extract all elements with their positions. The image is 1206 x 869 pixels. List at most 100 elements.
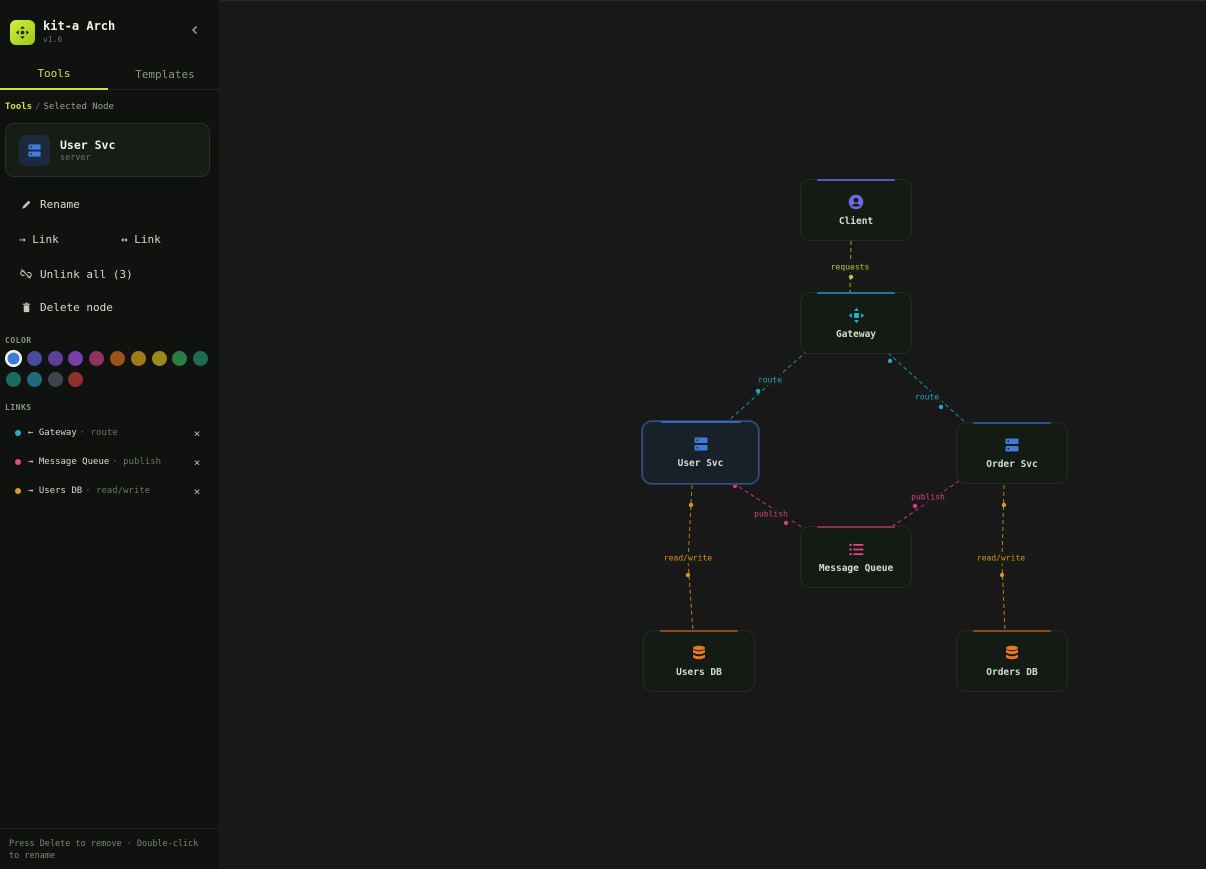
selected-node-card: User Svc server xyxy=(5,123,210,177)
node-order-svc[interactable]: Order Svc xyxy=(956,422,1068,484)
unlink-all-button[interactable]: Unlink all (3) xyxy=(19,265,133,283)
selected-node-name: User Svc xyxy=(60,138,116,152)
node-label: Gateway xyxy=(835,329,877,340)
link-target: → Users DB xyxy=(28,486,83,496)
link-both-button[interactable]: ↔ Link xyxy=(121,230,161,248)
link-kind: · publish xyxy=(112,457,162,467)
color-swatch[interactable] xyxy=(68,372,84,387)
edge-handle xyxy=(783,520,789,526)
link-out-button[interactable]: → Link xyxy=(19,230,59,248)
node-label: Order Svc xyxy=(986,459,1038,470)
edge-label: publish xyxy=(908,491,948,503)
node-color-bar xyxy=(973,422,1051,424)
breadcrumb-separator: / xyxy=(35,102,41,112)
node-color-bar xyxy=(817,526,895,528)
breadcrumb-current: Selected Node xyxy=(43,102,114,112)
color-swatch[interactable] xyxy=(130,351,146,366)
color-swatch[interactable] xyxy=(151,351,167,366)
edge-handle xyxy=(688,502,694,508)
node-gateway[interactable]: Gateway xyxy=(800,292,912,354)
link-item: ← Gateway · route × xyxy=(15,426,203,440)
pencil-icon xyxy=(19,197,33,211)
server-icon xyxy=(643,436,758,452)
color-swatch[interactable] xyxy=(110,351,125,366)
link-target: ← Gateway xyxy=(28,428,77,438)
color-swatch[interactable] xyxy=(68,351,84,366)
color-swatch[interactable] xyxy=(172,351,188,366)
color-section-heading: COLOR xyxy=(5,336,32,345)
chevron-left-icon xyxy=(192,26,197,34)
server-icon xyxy=(19,135,50,166)
delete-node-button[interactable]: Delete node xyxy=(19,298,113,316)
node-client[interactable]: Client xyxy=(800,179,912,241)
node-color-bar xyxy=(661,421,741,423)
color-swatch[interactable] xyxy=(26,351,42,366)
remove-link-button[interactable]: × xyxy=(191,426,203,440)
queue-icon xyxy=(801,541,911,557)
color-swatch[interactable] xyxy=(5,350,22,367)
tab-templates[interactable]: Templates xyxy=(110,58,220,90)
app-logo-icon xyxy=(10,20,35,45)
database-icon xyxy=(957,645,1067,661)
link-color-dot xyxy=(15,430,21,436)
color-swatch[interactable] xyxy=(6,372,21,387)
color-swatch[interactable] xyxy=(193,351,209,366)
links-section-heading: LINKS xyxy=(5,403,32,412)
edge-label: route xyxy=(911,391,943,403)
link-out-label: → Link xyxy=(19,232,59,246)
color-swatch[interactable] xyxy=(26,372,42,387)
rename-button[interactable]: Rename xyxy=(19,195,80,213)
gateway-icon xyxy=(801,307,911,323)
tab-tools[interactable]: Tools xyxy=(0,58,108,90)
edge-handle xyxy=(848,274,854,280)
edge-label: read/write xyxy=(660,552,716,564)
diagram-canvas[interactable]: requests route route publish publish rea… xyxy=(221,0,1206,869)
edge-handle xyxy=(912,503,918,509)
unlink-icon xyxy=(19,267,33,281)
edge-handle xyxy=(733,484,737,488)
edge-handle xyxy=(938,404,944,410)
node-users-db[interactable]: Users DB xyxy=(643,630,755,692)
node-label: Message Queue xyxy=(818,563,894,574)
node-user-svc[interactable]: User Svc xyxy=(642,421,759,484)
brand: kit-a Arch v1.6 xyxy=(10,19,210,47)
delete-node-label: Delete node xyxy=(40,300,113,314)
color-swatch[interactable] xyxy=(89,351,105,366)
edge-user-svc-message-queue xyxy=(732,482,804,529)
edge-handle xyxy=(999,572,1005,578)
trash-icon xyxy=(19,300,33,314)
edge-handle xyxy=(1001,502,1007,508)
sidebar-tabs: Tools Templates xyxy=(0,58,220,90)
edge-label: requests xyxy=(827,261,873,273)
breadcrumb: Tools / Selected Node xyxy=(5,102,114,112)
edge-handle xyxy=(887,358,893,364)
remove-link-button[interactable]: × xyxy=(191,455,203,469)
edge-label: route xyxy=(754,374,786,386)
link-kind: · read/write xyxy=(85,486,151,496)
color-swatch[interactable] xyxy=(47,372,63,387)
rename-label: Rename xyxy=(40,197,80,211)
user-icon xyxy=(801,194,911,210)
sidebar: kit-a Arch v1.6 Tools Templates Tools / Se… xyxy=(0,0,220,869)
link-item: → Message Queue · publish × xyxy=(15,455,203,469)
link-item: → Users DB · read/write × xyxy=(15,484,203,498)
footer-hint: Press Delete to remove · Double-click to… xyxy=(0,828,220,869)
selected-node-type: server xyxy=(60,153,91,163)
collapse-sidebar-button[interactable] xyxy=(188,23,202,37)
node-label: User Svc xyxy=(677,458,724,469)
link-color-dot xyxy=(15,459,21,465)
breadcrumb-root[interactable]: Tools xyxy=(5,102,32,112)
node-label: Client xyxy=(838,216,874,227)
server-icon xyxy=(957,437,1067,453)
color-swatch[interactable] xyxy=(47,351,63,366)
app-title: kit-a Arch xyxy=(43,19,116,33)
node-color-bar xyxy=(817,292,895,294)
node-color-bar xyxy=(973,630,1051,632)
unlink-all-label: Unlink all (3) xyxy=(40,267,133,281)
node-label: Users DB xyxy=(676,667,722,678)
node-message-queue[interactable]: Message Queue xyxy=(800,526,912,588)
node-orders-db[interactable]: Orders DB xyxy=(956,630,1068,692)
remove-link-button[interactable]: × xyxy=(191,484,203,498)
node-color-bar xyxy=(817,179,895,181)
edge-handle xyxy=(755,388,761,394)
